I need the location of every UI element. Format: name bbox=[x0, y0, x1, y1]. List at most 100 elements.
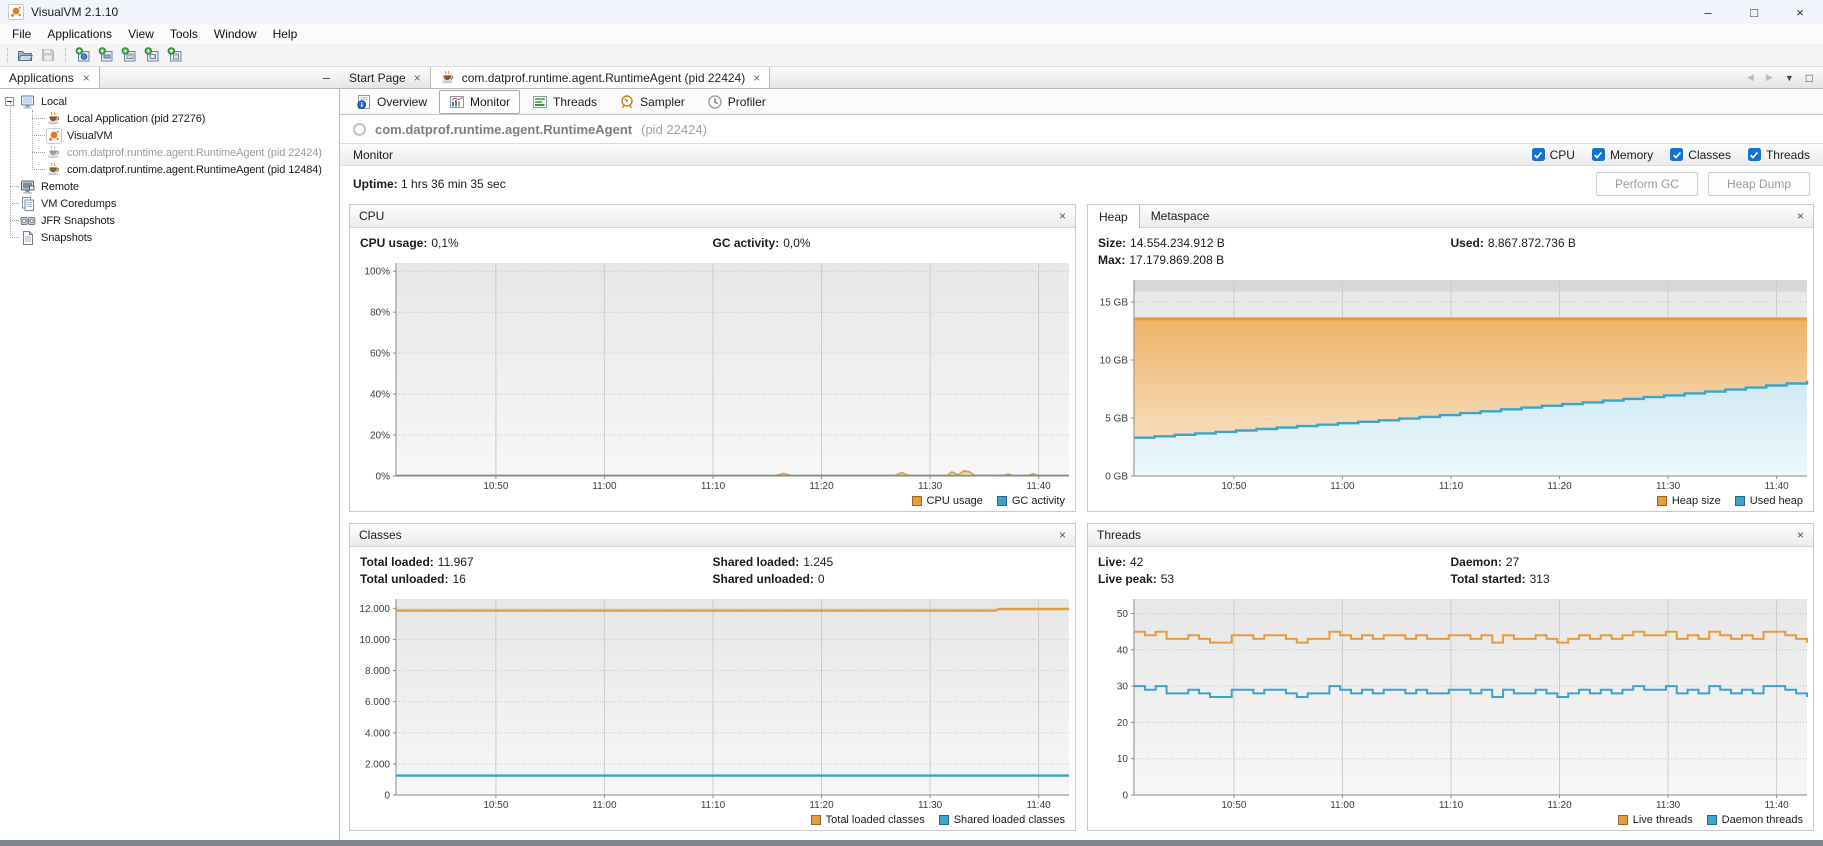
java-app-gray-icon bbox=[46, 145, 62, 161]
menu-file[interactable]: File bbox=[4, 25, 39, 43]
tree-item-vm-coredumps[interactable]: VM Coredumps bbox=[0, 195, 339, 212]
checkbox-icon bbox=[1670, 148, 1683, 161]
svg-text:10 GB: 10 GB bbox=[1100, 356, 1129, 367]
checkbox-label: Memory bbox=[1610, 148, 1653, 162]
tree-item-local-application-pid-27276[interactable]: Local Application (pid 27276) bbox=[0, 110, 339, 127]
menu-help[interactable]: Help bbox=[265, 25, 306, 43]
svg-text:20%: 20% bbox=[370, 431, 390, 442]
sidebar-minimize-button[interactable]: – bbox=[313, 67, 340, 88]
tree-guide bbox=[32, 135, 45, 136]
tree-guide bbox=[10, 220, 19, 221]
add-remote-host-icon[interactable] bbox=[74, 46, 92, 64]
close-button[interactable]: × bbox=[1777, 0, 1823, 24]
menu-window[interactable]: Window bbox=[206, 25, 265, 43]
tree-item-jfr-snapshots[interactable]: JFR Snapshots bbox=[0, 212, 339, 229]
menu-tools[interactable]: Tools bbox=[162, 25, 206, 43]
tree-item-label: com.datprof.runtime.agent.RuntimeAgent (… bbox=[67, 147, 322, 159]
taskbar-edge bbox=[0, 840, 1823, 846]
save-snapshot-icon[interactable] bbox=[39, 46, 57, 64]
heap-panel: Heap Metaspace × Size:14.554.234.912 BMa… bbox=[1087, 204, 1814, 512]
close-icon[interactable]: × bbox=[414, 71, 421, 85]
legend-color-swatch bbox=[811, 815, 821, 825]
tabs-scroll-left-icon[interactable]: ◀ bbox=[1747, 72, 1754, 83]
tab-applications-label: Applications bbox=[9, 71, 74, 85]
stat-cpu-usage: CPU usage:0,1% bbox=[360, 236, 713, 253]
maximize-button[interactable]: □ bbox=[1731, 0, 1777, 24]
svg-text:5 GB: 5 GB bbox=[1105, 414, 1128, 425]
tree-item-label: Local bbox=[41, 96, 67, 108]
tree-item-snapshots[interactable]: Snapshots bbox=[0, 229, 339, 246]
checkbox-classes[interactable]: Classes bbox=[1670, 148, 1731, 162]
svg-text:8.000: 8.000 bbox=[365, 666, 390, 677]
classes-panel: Classes × Total loaded:11.967Total unloa… bbox=[349, 523, 1076, 831]
load-snapshot-icon[interactable] bbox=[16, 46, 34, 64]
subtab-label: Profiler bbox=[728, 95, 766, 109]
stat-used: Used:8.867.872.736 B bbox=[1451, 236, 1804, 253]
svg-text:0 GB: 0 GB bbox=[1105, 472, 1128, 483]
checkbox-label: CPU bbox=[1550, 148, 1575, 162]
checkbox-label: Threads bbox=[1766, 148, 1810, 162]
tabs-dropdown-icon[interactable]: ▼ bbox=[1785, 73, 1794, 83]
visualvm-icon bbox=[46, 128, 62, 144]
monitor-section-title: Monitor bbox=[353, 148, 393, 162]
tab-profiler[interactable]: Profiler bbox=[697, 90, 776, 114]
checkbox-threads[interactable]: Threads bbox=[1748, 148, 1810, 162]
stat-max: Max:17.179.869.208 B bbox=[1098, 253, 1451, 270]
subtab-label: Sampler bbox=[640, 95, 685, 109]
tabs-scroll-right-icon[interactable]: ▶ bbox=[1766, 72, 1773, 83]
add-jfr-snapshot-icon[interactable] bbox=[143, 46, 161, 64]
tree-item-com-datprof-runtime-agent-runtimeagent-pid-12484[interactable]: com.datprof.runtime.agent.RuntimeAgent (… bbox=[0, 161, 339, 178]
tab-heap[interactable]: Heap bbox=[1088, 205, 1140, 228]
heap-panel-header: Heap Metaspace × bbox=[1088, 205, 1813, 228]
stat-size: Size:14.554.234.912 B bbox=[1098, 236, 1451, 253]
checkbox-cpu[interactable]: CPU bbox=[1532, 148, 1575, 162]
heap-dump-button[interactable]: Heap Dump bbox=[1708, 172, 1810, 196]
menu-bar: FileApplicationsViewToolsWindowHelp bbox=[0, 24, 1823, 44]
close-icon[interactable]: × bbox=[1788, 524, 1813, 546]
svg-text:60%: 60% bbox=[370, 349, 390, 360]
tree-item-remote[interactable]: Remote bbox=[0, 178, 339, 195]
tree-item-local[interactable]: Local bbox=[0, 93, 339, 110]
remote-icon bbox=[20, 179, 36, 195]
maximize-view-icon[interactable]: □ bbox=[1806, 71, 1813, 85]
uptime-value: 1 hrs 36 min 35 sec bbox=[401, 177, 506, 191]
tree-guide bbox=[10, 203, 19, 204]
stat-shared-loaded: Shared loaded:1.245 bbox=[713, 555, 1066, 572]
tree-item-com-datprof-runtime-agent-runtimeagent-pid-22424[interactable]: com.datprof.runtime.agent.RuntimeAgent (… bbox=[0, 144, 339, 161]
tab-overview[interactable]: Overview bbox=[346, 90, 437, 114]
threads-panel-title: Threads bbox=[1088, 524, 1141, 546]
legend-color-swatch bbox=[1618, 815, 1628, 825]
legend-color-swatch bbox=[912, 496, 922, 506]
perform-gc-button[interactable]: Perform GC bbox=[1596, 172, 1698, 196]
menu-view[interactable]: View bbox=[120, 25, 162, 43]
stat-shared-unloaded: Shared unloaded:0 bbox=[713, 572, 1066, 589]
svg-text:10.000: 10.000 bbox=[359, 635, 390, 646]
tab-monitor[interactable]: Monitor bbox=[439, 90, 520, 114]
tab-threads[interactable]: Threads bbox=[522, 90, 607, 114]
add-vm-coredump-icon[interactable] bbox=[120, 46, 138, 64]
doc-tab-start-page[interactable]: Start Page× bbox=[340, 67, 431, 88]
minimize-button[interactable]: – bbox=[1685, 0, 1731, 24]
tree-guide bbox=[32, 118, 45, 119]
close-icon[interactable]: × bbox=[1050, 205, 1075, 227]
close-icon[interactable]: × bbox=[753, 71, 760, 85]
java-app-icon bbox=[46, 162, 62, 178]
close-icon[interactable]: × bbox=[83, 71, 90, 85]
close-icon[interactable]: × bbox=[1788, 205, 1813, 227]
close-icon[interactable]: × bbox=[1050, 524, 1075, 546]
add-snapshot-icon[interactable] bbox=[166, 46, 184, 64]
legend-live-threads: Live threads bbox=[1618, 814, 1693, 826]
window-title: VisualVM 2.1.10 bbox=[31, 5, 118, 19]
threads-chart: 0102030405010:5011:0011:1011:2011:3011:4… bbox=[1088, 591, 1813, 810]
legend-heap-size: Heap size bbox=[1657, 495, 1721, 507]
menu-applications[interactable]: Applications bbox=[39, 25, 120, 43]
add-jmx-connection-icon[interactable] bbox=[97, 46, 115, 64]
tab-applications[interactable]: Applications × bbox=[0, 67, 100, 88]
doc-tab-runtime-agent[interactable]: com.datprof.runtime.agent.RuntimeAgent (… bbox=[431, 67, 771, 88]
subtab-label: Monitor bbox=[470, 95, 510, 109]
tab-metaspace[interactable]: Metaspace bbox=[1140, 205, 1221, 227]
checkbox-memory[interactable]: Memory bbox=[1592, 148, 1653, 162]
tab-sampler[interactable]: Sampler bbox=[609, 90, 695, 114]
uptime-label: Uptime: bbox=[353, 177, 398, 191]
tree-item-visualvm[interactable]: VisualVM bbox=[0, 127, 339, 144]
